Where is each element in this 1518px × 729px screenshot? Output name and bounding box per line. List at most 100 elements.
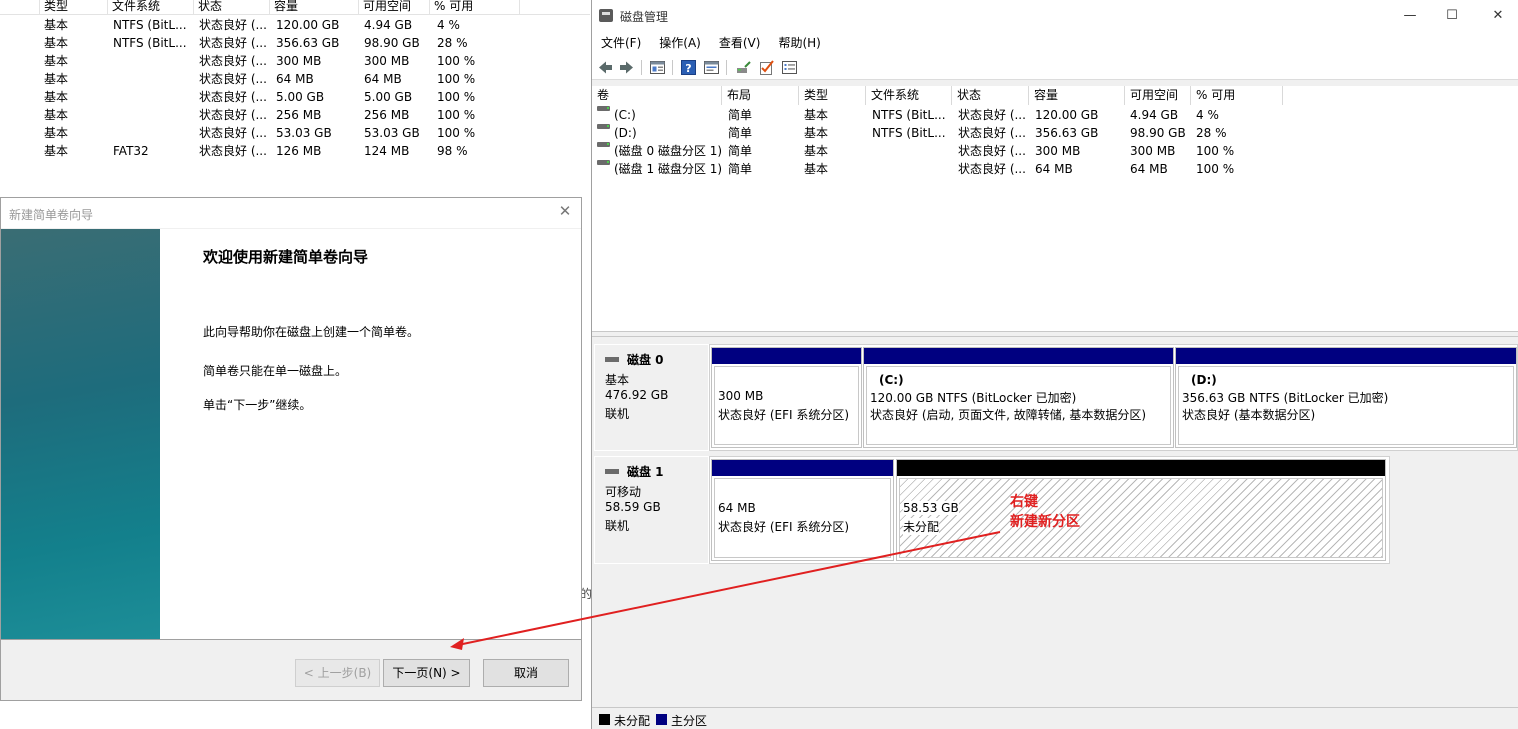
toolbar-separator — [641, 60, 642, 75]
column-header-status[interactable]: 状态 — [952, 86, 1029, 105]
volume-cell: (磁盘 0 磁盘分区 1) — [614, 144, 723, 158]
volume-cell: 状态良好 (... — [958, 162, 1026, 176]
unallocated-status: 未分配 — [903, 518, 940, 535]
help-icon[interactable]: ? — [680, 59, 697, 76]
unallocated-size: 58.53 GB — [903, 501, 959, 515]
list-cell: 状态良好 (... — [199, 144, 267, 158]
list-cell: 64 MB — [276, 72, 314, 86]
volume-cell: 基本 — [804, 144, 829, 158]
volume-row[interactable]: (D:) 简单 基本 NTFS (BitL... 状态良好 (... 356.63 GB 9… — [592, 124, 1518, 142]
close-icon[interactable]: ✕ — [1488, 6, 1508, 26]
column-header-free-space[interactable]: 可用空间 — [1125, 86, 1191, 105]
disk-1-efi-partition[interactable]: 64 MB 状态良好 (EFI 系统分区) — [711, 459, 894, 561]
volume-cell: (D:) — [614, 126, 637, 140]
volume-cell: NTFS (BitL... — [872, 108, 946, 122]
list-cell: 基本 — [44, 108, 69, 122]
connect-icon[interactable] — [735, 59, 752, 76]
menu-view[interactable]: 查看(V) — [710, 32, 770, 54]
cancel-button[interactable]: 取消 — [483, 659, 569, 687]
minimize-icon[interactable]: — — [1400, 6, 1420, 26]
disk-icon — [605, 357, 619, 362]
wizard-heading: 欢迎使用新建简单卷向导 — [203, 248, 369, 266]
unallocated-body — [899, 478, 1383, 558]
wizard-titlebar[interactable]: 新建简单卷向导 ✕ — [1, 198, 581, 228]
wizard-content: 欢迎使用新建简单卷向导 此向导帮助你在磁盘上创建一个简单卷。 简单卷只能在单一磁… — [160, 229, 581, 639]
disk-0-label[interactable]: 磁盘 0 基本 476.92 GB 联机 — [594, 344, 709, 451]
disk-1-label[interactable]: 磁盘 1 可移动 58.59 GB 联机 — [594, 456, 709, 564]
volume-row[interactable]: (磁盘 0 磁盘分区 1) 简单 基本 状态良好 (... 300 MB 300 MB 10… — [592, 142, 1518, 160]
list-cell: 100 % — [437, 90, 476, 104]
volume-cell: 300 MB — [1035, 144, 1081, 158]
list-cell: 基本 — [44, 72, 69, 86]
volume-cell: 100 % — [1196, 144, 1235, 158]
wizard-button-separator — [1, 639, 581, 640]
settings-icon[interactable] — [781, 59, 798, 76]
list-cell: 120.00 GB — [276, 18, 340, 32]
new-simple-volume-wizard[interactable]: 新建简单卷向导 ✕ 欢迎使用新建简单卷向导 此向导帮助你在磁盘上创建一个简单卷。… — [0, 197, 582, 701]
column-header-capacity[interactable]: 容量 — [1029, 86, 1125, 105]
forward-arrow-icon[interactable] — [618, 59, 635, 76]
column-header-filesystem[interactable]: 文件系统 — [866, 86, 952, 105]
menu-bar: 文件(F) 操作(A) 查看(V) 帮助(H) — [592, 32, 1518, 54]
column-header-status[interactable]: 状态 — [194, 0, 270, 15]
volume-row[interactable]: (磁盘 1 磁盘分区 1) 简单 基本 状态良好 (... 64 MB 64 MB 100 … — [592, 160, 1518, 178]
menu-help[interactable]: 帮助(H) — [769, 32, 829, 54]
list-cell: 126 MB — [276, 144, 322, 158]
list-row[interactable]: 基本 状态良好 (... 5.00 GB 5.00 GB 100 % — [0, 88, 590, 106]
volume-cell: 356.63 GB — [1035, 126, 1099, 140]
column-header-percent-free[interactable]: % 可用 — [1191, 86, 1283, 105]
list-cell: 状态良好 (... — [199, 126, 267, 140]
column-header-free-space[interactable]: 可用空间 — [359, 0, 430, 15]
list-cell: 基本 — [44, 36, 69, 50]
check-icon[interactable] — [758, 59, 775, 76]
list-row[interactable]: 基本 状态良好 (... 53.03 GB 53.03 GB 100 % — [0, 124, 590, 142]
partition-size: 120.00 GB NTFS (BitLocker 已加密) — [870, 391, 1077, 405]
back-button[interactable]: < 上一步(B) — [295, 659, 380, 687]
disk-0-status: 联机 — [605, 407, 630, 421]
list-row[interactable]: 基本 FAT32 状态良好 (... 126 MB 124 MB 98 % — [0, 142, 590, 160]
wizard-title: 新建简单卷向导 — [9, 208, 94, 222]
partition-status: 状态良好 (EFI 系统分区) — [718, 520, 850, 534]
properties-icon[interactable] — [703, 59, 720, 76]
list-row[interactable]: 基本 NTFS (BitL... 状态良好 (... 120.00 GB 4.94 GB… — [0, 16, 590, 34]
list-cell: NTFS (BitL... — [113, 36, 187, 50]
list-row[interactable]: 基本 状态良好 (... 256 MB 256 MB 100 % — [0, 106, 590, 124]
volume-list-header: 卷 布局 类型 文件系统 状态 容量 可用空间 % 可用 — [592, 86, 1283, 105]
column-header-layout[interactable]: 布局 — [722, 86, 799, 105]
disk-0-d-partition[interactable]: (D:) 356.63 GB NTFS (BitLocker 已加密) 状态良好… — [1175, 347, 1517, 448]
list-row[interactable]: 基本 状态良好 (... 64 MB 64 MB 100 % — [0, 70, 590, 88]
disk-0-efi-partition[interactable]: 300 MB 状态良好 (EFI 系统分区) — [711, 347, 862, 448]
volume-list[interactable]: 卷 布局 类型 文件系统 状态 容量 可用空间 % 可用 (C:) 简单 基本 NTF… — [592, 86, 1518, 331]
dm-titlebar[interactable]: 磁盘管理 — ☐ ✕ — [592, 0, 1518, 32]
list-row[interactable]: 基本 NTFS (BitL... 状态良好 (... 356.63 GB 98.90 G… — [0, 34, 590, 52]
close-icon[interactable]: ✕ — [557, 203, 573, 219]
menu-action[interactable]: 操作(A) — [650, 32, 710, 54]
volume-cell: 100 % — [1196, 162, 1235, 176]
volume-cell: 4 % — [1196, 108, 1219, 122]
volume-row[interactable]: (C:) 简单 基本 NTFS (BitL... 状态良好 (... 120.00 GB 4… — [592, 106, 1518, 124]
disk-1-unallocated-space[interactable]: 58.53 GB 未分配 — [896, 459, 1386, 561]
list-cell: 356.63 GB — [276, 36, 340, 50]
column-header-spacer — [0, 0, 40, 15]
column-header-volume[interactable]: 卷 — [592, 86, 722, 105]
disk-0-c-partition[interactable]: (C:) 120.00 GB NTFS (BitLocker 已加密) 状态良好… — [863, 347, 1174, 448]
back-arrow-icon[interactable] — [597, 59, 614, 76]
maximize-icon[interactable]: ☐ — [1442, 6, 1462, 26]
list-cell: 5.00 GB — [364, 90, 413, 104]
column-header-type[interactable]: 类型 — [799, 86, 866, 105]
volume-cell: 状态良好 (... — [958, 126, 1026, 140]
list-cell: 基本 — [44, 54, 69, 68]
wizard-description-1: 此向导帮助你在磁盘上创建一个简单卷。 — [203, 325, 420, 339]
column-header-capacity[interactable]: 容量 — [270, 0, 359, 15]
list-cell: 100 % — [437, 72, 476, 86]
disk-management-window[interactable]: 磁盘管理 — ☐ ✕ 文件(F) 操作(A) 查看(V) 帮助(H) ? 卷 布… — [591, 0, 1518, 729]
list-row[interactable]: 基本 状态良好 (... 300 MB 300 MB 100 % — [0, 52, 590, 70]
disk-list-icon[interactable] — [649, 59, 666, 76]
column-header-percent-free[interactable]: % 可用 — [430, 0, 520, 15]
column-header-type[interactable]: 类型 — [40, 0, 108, 15]
column-header-filesystem[interactable]: 文件系统 — [108, 0, 194, 15]
list-cell: 300 MB — [364, 54, 410, 68]
next-button[interactable]: 下一页(N) > — [383, 659, 470, 687]
menu-file[interactable]: 文件(F) — [592, 32, 650, 54]
list-cell: 基本 — [44, 144, 69, 158]
